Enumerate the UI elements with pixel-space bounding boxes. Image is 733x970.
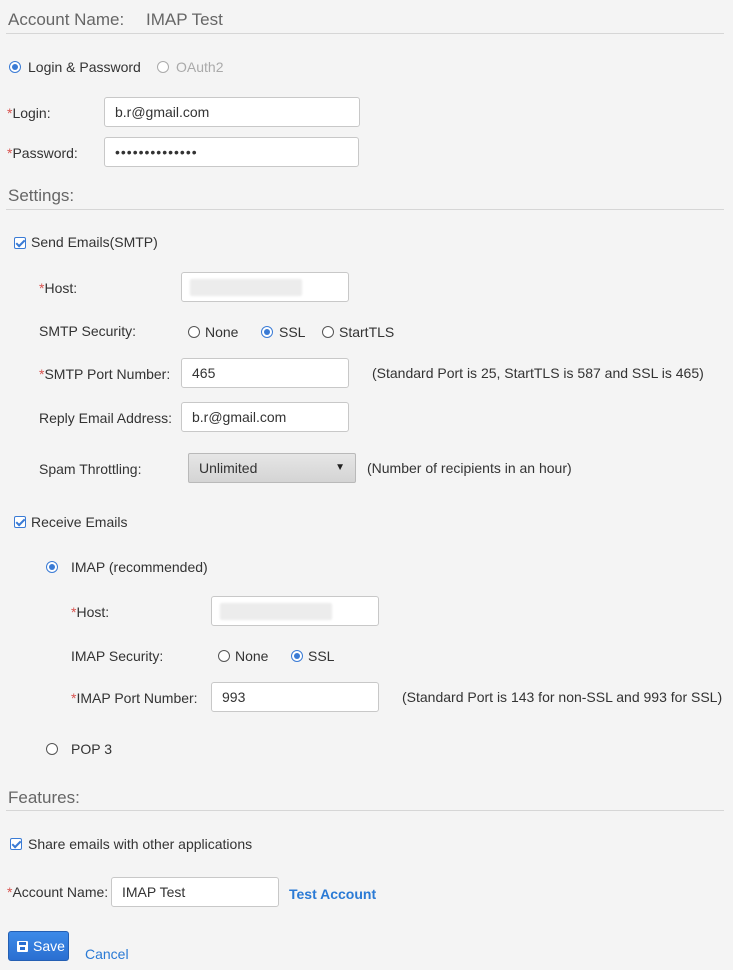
auth-login-password-label: Login & Password	[28, 59, 141, 75]
features-heading: Features:	[8, 788, 80, 807]
share-emails-checkbox[interactable]	[10, 838, 22, 850]
login-input[interactable]: b.r@gmail.com	[104, 97, 360, 127]
send-emails-label: Send Emails(SMTP)	[31, 234, 158, 250]
share-emails-label: Share emails with other applications	[28, 836, 253, 852]
smtp-port-input[interactable]: 465	[181, 358, 349, 388]
smtp-security-label: SMTP Security:	[39, 323, 136, 339]
imap-security-label: IMAP Security:	[71, 648, 164, 664]
smtp-security-ssl-radio[interactable]	[261, 326, 273, 338]
smtp-security-none-radio[interactable]	[188, 326, 200, 338]
smtp-port-label: *SMTP Port Number:	[39, 366, 171, 382]
auth-oauth2-label: OAuth2	[176, 59, 224, 75]
imap-host-input[interactable]	[211, 596, 379, 626]
pop3-radio[interactable]	[46, 743, 58, 755]
receive-emails-checkbox[interactable]	[14, 516, 26, 528]
imap-port-input[interactable]: 993	[211, 682, 379, 712]
imap-label: IMAP (recommended)	[71, 559, 208, 575]
save-button[interactable]: Save	[8, 931, 69, 961]
features-divider	[6, 810, 724, 811]
pop3-label: POP 3	[71, 741, 112, 757]
smtp-host-label: *Host:	[39, 280, 78, 296]
auth-oauth2-radio[interactable]	[157, 61, 169, 73]
auth-login-password-radio[interactable]	[9, 61, 21, 73]
password-label: *Password:	[7, 145, 78, 161]
login-label: *Login:	[7, 105, 51, 121]
smtp-security-ssl-label: SSL	[279, 324, 306, 340]
send-emails-checkbox[interactable]	[14, 237, 26, 249]
imap-host-label: *Host:	[71, 604, 110, 620]
spam-throttling-label: Spam Throttling:	[39, 461, 142, 477]
reply-email-input[interactable]: b.r@gmail.com	[181, 402, 349, 432]
caret-down-icon: ▼	[335, 462, 345, 473]
settings-divider	[6, 209, 724, 210]
settings-heading: Settings:	[8, 186, 75, 205]
cancel-link[interactable]: Cancel	[85, 946, 129, 962]
test-account-link[interactable]: Test Account	[289, 886, 376, 902]
save-icon	[17, 941, 28, 952]
imap-port-label: *IMAP Port Number:	[71, 690, 198, 706]
imap-security-ssl-radio[interactable]	[291, 650, 303, 662]
page-title: Account Name:	[8, 10, 125, 29]
imap-security-none-label: None	[235, 648, 269, 664]
header-divider	[6, 33, 724, 34]
receive-emails-label: Receive Emails	[31, 514, 128, 530]
spam-throttling-select[interactable]: Unlimited ▼	[188, 453, 356, 483]
password-input[interactable]: ••••••••••••••	[104, 137, 359, 167]
smtp-security-starttls-label: StartTLS	[339, 324, 395, 340]
reply-email-label: Reply Email Address:	[39, 410, 173, 426]
imap-radio[interactable]	[46, 561, 58, 573]
redacted-host	[190, 279, 302, 296]
save-button-label: Save	[33, 938, 65, 954]
imap-security-ssl-label: SSL	[308, 648, 335, 664]
spam-throttling-value: Unlimited	[199, 460, 258, 476]
smtp-port-note: (Standard Port is 25, StartTLS is 587 an…	[372, 365, 704, 381]
smtp-security-none-label: None	[205, 324, 239, 340]
smtp-security-starttls-radio[interactable]	[322, 326, 334, 338]
account-name-input[interactable]: IMAP Test	[111, 877, 279, 907]
imap-security-none-radio[interactable]	[218, 650, 230, 662]
account-name-heading: IMAP Test	[146, 10, 223, 29]
imap-port-note: (Standard Port is 143 for non-SSL and 99…	[402, 689, 723, 705]
redacted-host	[220, 603, 332, 620]
spam-throttling-note: (Number of recipients in an hour)	[367, 460, 572, 476]
smtp-host-input[interactable]	[181, 272, 349, 302]
account-name-label: *Account Name:	[7, 884, 109, 900]
